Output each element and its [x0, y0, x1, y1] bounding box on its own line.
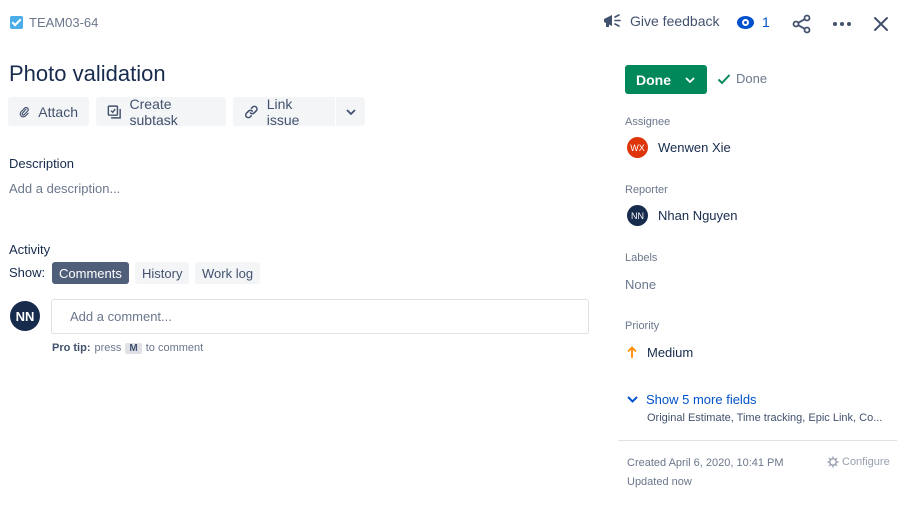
- share-button[interactable]: [790, 12, 814, 36]
- eye-icon: [737, 15, 754, 29]
- close-button[interactable]: [869, 12, 893, 36]
- chevron-down-icon: [627, 396, 638, 403]
- more-horizontal-icon: [833, 22, 851, 26]
- show-more-fields-button[interactable]: Show 5 more fields: [627, 392, 757, 407]
- paperclip-icon: [19, 106, 29, 117]
- megaphone-icon: [604, 14, 621, 27]
- show-more-fields-label: Show 5 more fields: [646, 392, 757, 407]
- chevron-down-icon: [345, 108, 356, 115]
- arrow-up-icon: [627, 346, 637, 358]
- issue-key[interactable]: TEAM03-64: [29, 15, 98, 30]
- more-toolbar-dropdown[interactable]: [336, 97, 365, 126]
- chevron-down-icon: [685, 76, 695, 83]
- configure-label: Configure: [842, 456, 890, 468]
- keyboard-shortcut-key: M: [125, 342, 142, 354]
- reporter-initials: NN: [631, 210, 644, 221]
- subtask-icon: [107, 104, 121, 119]
- labels-label: Labels: [625, 252, 658, 264]
- assignee-label: Assignee: [625, 116, 671, 128]
- assignee-initials: WX: [630, 142, 645, 153]
- more-fields-list: Original Estimate, Time tracking, Epic L…: [647, 412, 883, 424]
- description-heading: Description: [9, 156, 75, 171]
- pro-tip-post: to comment: [145, 342, 204, 354]
- pro-tip: Pro tip: press M to comment: [52, 342, 203, 354]
- activity-heading: Activity: [9, 242, 51, 257]
- priority-label: Priority: [625, 320, 660, 332]
- status-label: Done: [636, 71, 671, 88]
- assignee-field[interactable]: WX Wenwen Xie: [627, 137, 731, 158]
- give-feedback-label: Give feedback: [630, 13, 720, 29]
- pro-tip-bold: Pro tip:: [52, 342, 91, 354]
- reporter-label: Reporter: [625, 184, 668, 196]
- labels-value[interactable]: None: [625, 277, 656, 292]
- updated-timestamp: Updated now: [627, 476, 692, 488]
- comment-placeholder: Add a comment...: [70, 309, 172, 324]
- create-subtask-label: Create subtask: [129, 95, 178, 128]
- reporter-field[interactable]: NN Nhan Nguyen: [627, 205, 738, 226]
- pro-tip-pre: press: [94, 342, 122, 354]
- gear-icon: [827, 456, 839, 468]
- link-icon: [244, 105, 258, 118]
- created-timestamp: Created April 6, 2020, 10:41 PM: [627, 457, 784, 469]
- close-icon: [874, 17, 888, 31]
- watch-count: 1: [762, 14, 770, 30]
- description-placeholder[interactable]: Add a description...: [9, 181, 120, 196]
- resolution: Done: [717, 71, 767, 86]
- resolution-label: Done: [736, 71, 768, 86]
- configure-button[interactable]: Configure: [827, 456, 890, 468]
- more-actions-button[interactable]: [830, 12, 854, 36]
- issue-title[interactable]: Photo validation: [9, 61, 166, 87]
- assignee-name: Wenwen Xie: [658, 140, 731, 155]
- reporter-avatar: NN: [627, 205, 648, 226]
- watch-button[interactable]: 1: [737, 14, 770, 30]
- tab-comments[interactable]: Comments: [52, 262, 129, 284]
- reporter-name: Nhan Nguyen: [658, 208, 738, 223]
- task-type-icon: [10, 16, 23, 29]
- current-user-avatar: NN: [10, 301, 40, 331]
- assignee-avatar: WX: [627, 137, 648, 158]
- attach-label: Attach: [38, 103, 78, 120]
- divider: [618, 440, 897, 441]
- link-issue-label: Link issue: [266, 95, 300, 128]
- attach-button[interactable]: Attach: [8, 97, 89, 126]
- link-issue-button[interactable]: Link issue: [233, 95, 335, 128]
- create-subtask-button[interactable]: Create subtask: [96, 95, 226, 128]
- tab-work-log[interactable]: Work log: [195, 262, 261, 284]
- tab-history[interactable]: History: [135, 262, 190, 284]
- priority-value: Medium: [647, 345, 694, 360]
- share-icon: [792, 14, 811, 34]
- issue-key-breadcrumb[interactable]: TEAM03-64: [10, 15, 98, 30]
- show-label: Show:: [9, 265, 46, 280]
- give-feedback-button[interactable]: Give feedback: [602, 13, 720, 29]
- comment-input[interactable]: Add a comment...: [51, 299, 589, 334]
- priority-field[interactable]: Medium: [627, 345, 693, 360]
- current-user-initials: NN: [15, 308, 35, 324]
- status-dropdown[interactable]: Done: [625, 65, 707, 94]
- checkmark-icon: [717, 73, 731, 84]
